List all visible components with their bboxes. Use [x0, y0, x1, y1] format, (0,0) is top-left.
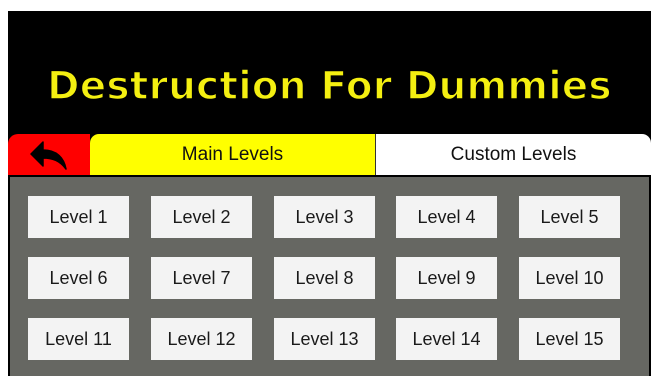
level-button-13[interactable]: Level 13	[274, 318, 375, 360]
tab-custom-levels[interactable]: Custom Levels	[376, 134, 651, 175]
level-button-1[interactable]: Level 1	[28, 196, 129, 238]
game-menu-screen: Destruction For Dummies Main Levels Cust…	[8, 11, 651, 376]
back-button[interactable]	[8, 134, 90, 175]
level-button-5[interactable]: Level 5	[519, 196, 620, 238]
game-title: Destruction For Dummies	[46, 63, 612, 110]
level-button-2[interactable]: Level 2	[151, 196, 252, 238]
level-grid: Level 1 Level 2 Level 3 Level 4 Level 5 …	[10, 177, 649, 376]
level-button-8[interactable]: Level 8	[274, 257, 375, 299]
level-button-15[interactable]: Level 15	[519, 318, 620, 360]
level-button-14[interactable]: Level 14	[396, 318, 497, 360]
level-button-12[interactable]: Level 12	[151, 318, 252, 360]
level-button-6[interactable]: Level 6	[28, 257, 129, 299]
level-button-9[interactable]: Level 9	[396, 257, 497, 299]
level-button-10[interactable]: Level 10	[519, 257, 620, 299]
level-button-4[interactable]: Level 4	[396, 196, 497, 238]
tab-main-levels[interactable]: Main Levels	[90, 134, 376, 175]
level-button-11[interactable]: Level 11	[28, 318, 129, 360]
back-arrow-icon	[29, 140, 69, 170]
level-button-7[interactable]: Level 7	[151, 257, 252, 299]
level-button-3[interactable]: Level 3	[274, 196, 375, 238]
